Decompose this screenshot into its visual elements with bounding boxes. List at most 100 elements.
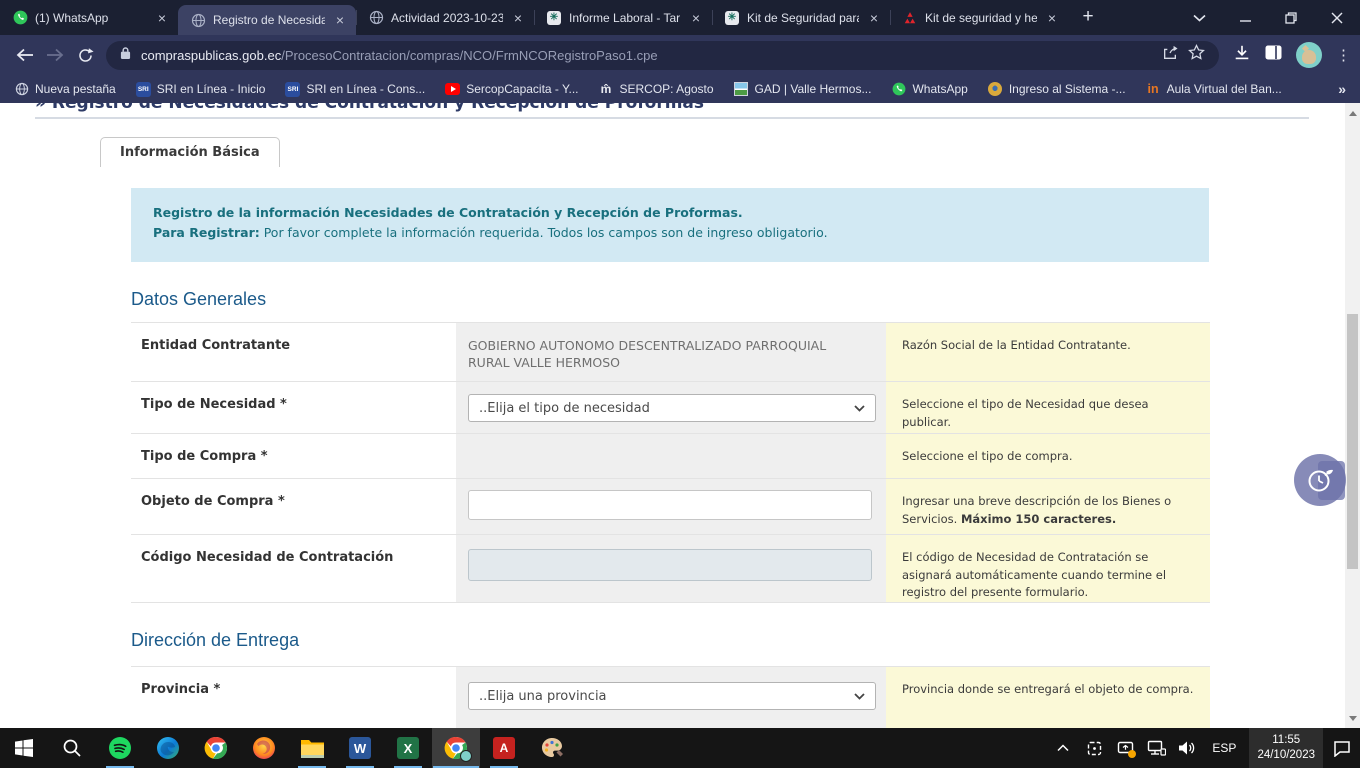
bookmark-star-icon[interactable] — [1188, 44, 1205, 66]
reload-button[interactable] — [70, 40, 100, 70]
taskbar-spotify[interactable] — [96, 728, 144, 768]
tab-kit-seguridad-2[interactable]: Kit de seguridad y her × — [890, 0, 1068, 35]
clock-time: 11:55 — [1257, 733, 1315, 748]
close-icon[interactable]: × — [688, 10, 704, 26]
taskbar-clock[interactable]: 11:55 24/10/2023 — [1249, 728, 1323, 768]
page-scrollbar[interactable] — [1345, 103, 1360, 728]
field-help: Razón Social de la Entidad Contratante. — [886, 323, 1210, 381]
address-bar[interactable]: compraspublicas.gob.ec/ProcesoContrataci… — [106, 41, 1219, 70]
table-row-entidad: Entidad Contratante GOBIERNO AUTONOMO DE… — [131, 323, 1210, 382]
new-tab-button[interactable]: + — [1074, 4, 1102, 32]
close-icon[interactable]: × — [866, 10, 882, 26]
start-button[interactable] — [0, 728, 48, 768]
forward-button[interactable] — [40, 40, 70, 70]
field-label: Tipo de Compra * — [131, 434, 456, 478]
codigo-necesidad-input — [468, 549, 872, 581]
bookmark-label: Aula Virtual del Ban... — [1167, 82, 1282, 96]
chatgpt-icon: ✳ — [724, 10, 740, 26]
tab-title: (1) WhatsApp — [35, 11, 147, 25]
tab-registro-active[interactable]: Registro de Necesida × — [178, 5, 356, 35]
tab-informacion-basica[interactable]: Información Básica — [100, 137, 280, 167]
bookmark-aula-virtual[interactable]: in Aula Virtual del Ban... — [1146, 82, 1282, 97]
bookmarks-overflow-chevron[interactable]: » — [1338, 81, 1346, 97]
bookmark-nueva-pestana[interactable]: Nueva pestaña — [14, 82, 116, 97]
taskbar-file-explorer[interactable] — [288, 728, 336, 768]
info-banner: Registro de la información Necesidades d… — [131, 188, 1209, 262]
tray-chevron-up-icon[interactable] — [1051, 734, 1075, 762]
scrollbar-thumb[interactable] — [1347, 314, 1358, 569]
globe-icon — [190, 12, 206, 28]
menu-kebab-icon[interactable]: ⋮ — [1336, 46, 1346, 64]
bookmark-sri-inicio[interactable]: SRI SRI en Línea - Inicio — [136, 82, 266, 97]
windows-taskbar: W X A ESP 11:55 24/10/2023 — [0, 728, 1360, 768]
bookmark-sercopcapacita[interactable]: SercopCapacita - Y... — [445, 82, 578, 97]
bookmark-sri-consultas[interactable]: SRI SRI en Línea - Cons... — [285, 82, 425, 97]
close-icon[interactable]: × — [154, 10, 170, 26]
back-button[interactable] — [10, 40, 40, 70]
taskbar-chrome[interactable] — [192, 728, 240, 768]
url-text: compraspublicas.gob.ec/ProcesoContrataci… — [141, 48, 1152, 63]
scroll-down-arrow-icon[interactable] — [1345, 710, 1360, 726]
youtube-icon — [445, 82, 460, 97]
tray-update-icon[interactable] — [1113, 734, 1137, 762]
tab-actividad[interactable]: Actividad 2023-10-23 × — [356, 0, 534, 35]
bookmark-label: WhatsApp — [912, 82, 967, 96]
tab-kit-seguridad-1[interactable]: ✳ Kit de Seguridad para × — [712, 0, 890, 35]
tab-whatsapp[interactable]: (1) WhatsApp × — [0, 0, 178, 35]
tray-network-icon[interactable] — [1144, 734, 1168, 762]
browser-toolbar: compraspublicas.gob.ec/ProcesoContrataci… — [0, 35, 1360, 75]
tray-snip-icon[interactable] — [1082, 734, 1106, 762]
taskbar-edge[interactable] — [144, 728, 192, 768]
action-center-icon[interactable] — [1330, 734, 1354, 762]
bookmark-gad-valle-hermoso[interactable]: GAD | Valle Hermos... — [734, 82, 872, 97]
minimize-button[interactable] — [1222, 0, 1268, 35]
close-icon[interactable]: × — [1044, 10, 1060, 26]
tab-search-chevron-icon[interactable] — [1176, 0, 1222, 35]
bookmark-whatsapp[interactable]: WhatsApp — [891, 82, 967, 97]
side-panel-icon[interactable] — [1265, 45, 1282, 65]
taskbar-firefox[interactable] — [240, 728, 288, 768]
info-line-1: Registro de la información Necesidades d… — [153, 205, 1209, 221]
table-row-tipo-compra: Tipo de Compra * Seleccione el tipo de c… — [131, 434, 1210, 479]
web-page: » Registro de Necesidades de Contratació… — [0, 103, 1345, 728]
taskbar-chrome-active[interactable] — [432, 728, 480, 768]
taskbar-acrobat[interactable]: A — [480, 728, 528, 768]
chatgpt-icon: ✳ — [546, 10, 562, 26]
select-value: ..Elija el tipo de necesidad — [479, 401, 650, 416]
objeto-compra-input[interactable] — [468, 490, 872, 520]
lock-icon — [120, 46, 131, 65]
section-heading-direccion-entrega: Dirección de Entrega — [131, 630, 299, 651]
tipo-necesidad-select[interactable]: ..Elija el tipo de necesidad — [468, 394, 876, 422]
moodle-icon: m̂ — [599, 82, 614, 97]
bookmark-sercop-agosto[interactable]: m̂ SERCOP: Agosto — [599, 82, 714, 97]
profile-avatar[interactable] — [1296, 42, 1322, 68]
bookmark-ingreso-sistema[interactable]: Ingreso al Sistema -... — [988, 82, 1126, 97]
scroll-up-arrow-icon[interactable] — [1345, 105, 1360, 121]
tab-title: Kit de Seguridad para — [747, 11, 859, 25]
field-label: Provincia * — [131, 667, 456, 728]
bookmark-label: Nueva pestaña — [35, 82, 116, 96]
taskbar-paint3d[interactable] — [528, 728, 576, 768]
sri-icon: SRI — [136, 82, 151, 97]
sri-icon: SRI — [285, 82, 300, 97]
bookmark-label: SERCOP: Agosto — [620, 82, 714, 96]
taskbar-excel[interactable]: X — [384, 728, 432, 768]
tray-volume-icon[interactable] — [1175, 734, 1199, 762]
red-triangles-icon — [902, 10, 918, 26]
share-icon[interactable] — [1162, 45, 1178, 66]
timer-extension-button[interactable] — [1294, 454, 1346, 506]
direccion-entrega-table: Provincia * ..Elija una provincia Provin… — [131, 666, 1210, 728]
tab-title: Actividad 2023-10-23 — [391, 11, 503, 25]
close-icon[interactable]: × — [332, 12, 348, 28]
search-button[interactable] — [48, 728, 96, 768]
downloads-icon[interactable] — [1233, 44, 1251, 67]
restore-button[interactable] — [1268, 0, 1314, 35]
provincia-select[interactable]: ..Elija una provincia — [468, 682, 876, 710]
aula-icon: in — [1146, 82, 1161, 97]
taskbar-word[interactable]: W — [336, 728, 384, 768]
tab-informe-laboral[interactable]: ✳ Informe Laboral - Tar × — [534, 0, 712, 35]
language-indicator[interactable]: ESP — [1206, 741, 1242, 755]
title-divider — [35, 117, 1309, 119]
close-icon[interactable]: × — [510, 10, 526, 26]
close-window-button[interactable] — [1314, 0, 1360, 35]
